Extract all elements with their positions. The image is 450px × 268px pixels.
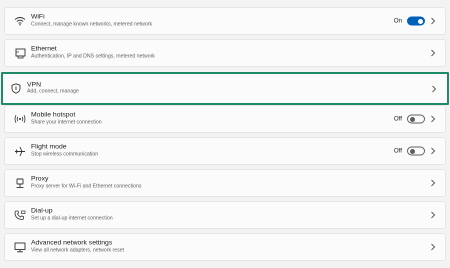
chevron-right-icon [429, 17, 437, 25]
proxy-icon [13, 176, 27, 190]
airplane-icon [13, 144, 27, 158]
chevron-right-icon [429, 147, 437, 155]
dial-up-title: Dial-up [31, 207, 53, 215]
chevron-right-icon [429, 49, 437, 57]
ethernet-row[interactable]: Ethernet Authentication, IP and DNS sett… [4, 39, 446, 67]
vpn-subtitle: Add, connect, manage [27, 88, 79, 95]
wifi-icon [13, 14, 27, 28]
flight-mode-subtitle: Stop wireless communication [31, 151, 99, 158]
flight-mode-row[interactable]: Flight mode Stop wireless communication … [4, 137, 446, 165]
advanced-network-settings-title: Advanced network settings [31, 239, 113, 247]
mobile-hotspot-toggle[interactable] [407, 114, 425, 124]
advanced-network-settings-row[interactable]: Advanced network settings View all netwo… [4, 233, 446, 261]
wifi-title: WiFi [31, 13, 45, 21]
wifi-subtitle: Connect, manage known networks, metered … [31, 21, 153, 28]
chevron-right-icon [429, 115, 437, 123]
ethernet-title: Ethernet [31, 45, 57, 53]
advanced-network-icon [13, 240, 27, 254]
ethernet-icon [13, 46, 27, 60]
mobile-hotspot-toggle-label: Off [393, 115, 402, 123]
proxy-subtitle: Proxy server for Wi-Fi and Ethernet conn… [31, 183, 142, 190]
chevron-right-icon [429, 211, 437, 219]
wifi-row[interactable]: WiFi Connect, manage known networks, met… [4, 7, 446, 35]
proxy-row[interactable]: Proxy Proxy server for Wi-Fi and Etherne… [4, 169, 446, 197]
chevron-right-icon [429, 179, 437, 187]
mobile-hotspot-subtitle: Share your internet connection [31, 119, 102, 126]
flight-mode-title: Flight mode [31, 143, 67, 151]
wifi-toggle-label: On [393, 17, 402, 25]
network-settings-list: WiFi Connect, manage known networks, met… [0, 0, 450, 268]
wifi-toggle[interactable] [407, 16, 425, 26]
chevron-right-icon [429, 243, 437, 251]
dial-up-row[interactable]: Dial-up Set up a dial-up internet connec… [4, 201, 446, 229]
dialup-icon [13, 208, 27, 222]
proxy-title: Proxy [31, 175, 49, 183]
ethernet-subtitle: Authentication, IP and DNS settings, met… [31, 53, 155, 60]
advanced-network-settings-subtitle: View all network adapters, network reset [31, 247, 125, 254]
vpn-title: VPN [27, 81, 41, 89]
mobile-hotspot-row[interactable]: Mobile hotspot Share your internet conne… [4, 105, 446, 133]
vpn-shield-icon [9, 82, 23, 96]
mobile-hotspot-title: Mobile hotspot [31, 111, 76, 119]
hotspot-icon [13, 112, 27, 126]
flight-mode-toggle-label: Off [393, 147, 402, 155]
chevron-right-icon [430, 85, 438, 93]
flight-mode-toggle[interactable] [407, 146, 425, 156]
vpn-row[interactable]: VPN Add, connect, manage [1, 72, 449, 105]
dial-up-subtitle: Set up a dial-up internet connection [31, 215, 113, 222]
